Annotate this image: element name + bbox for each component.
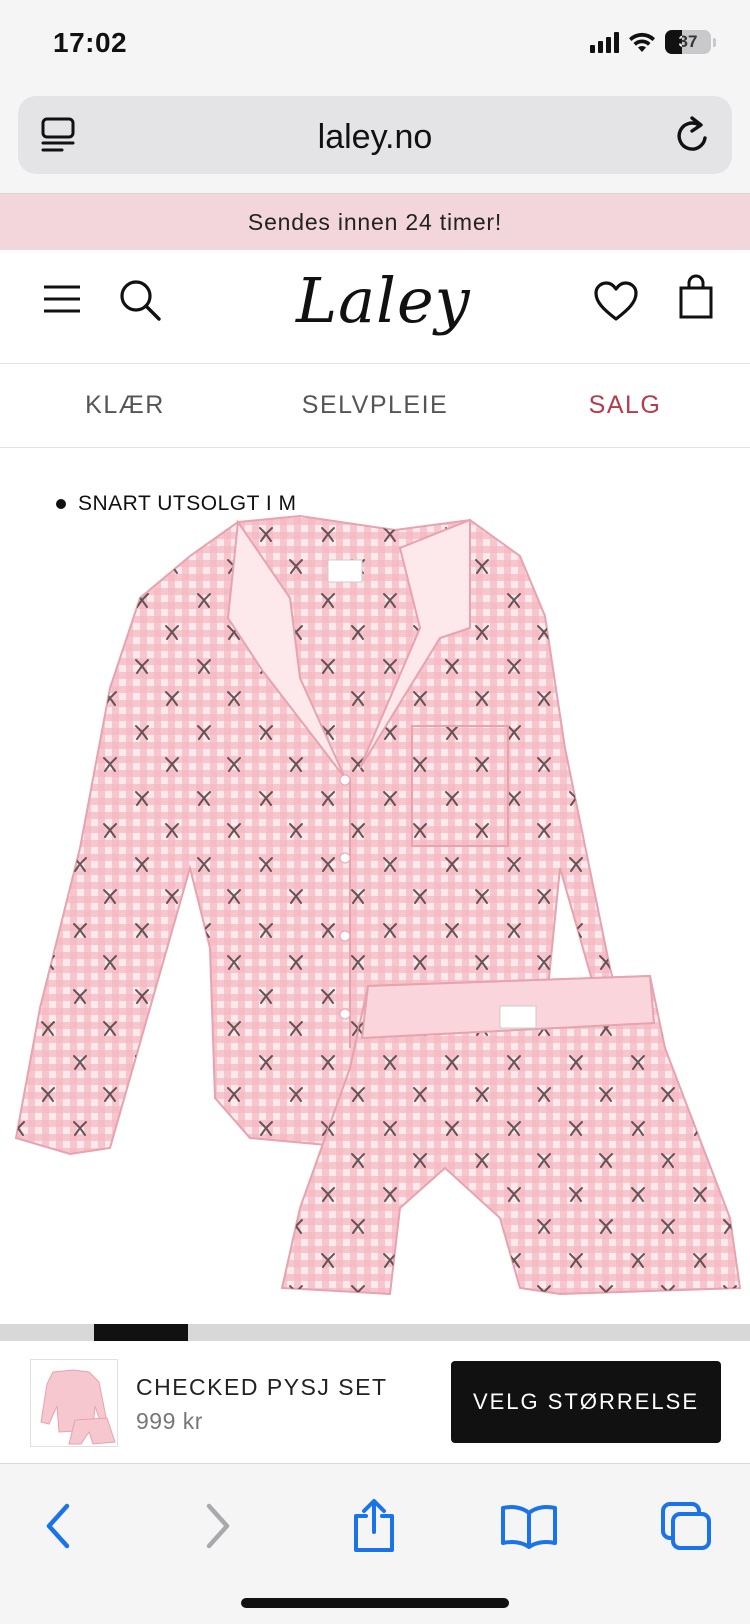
nav-item-selvpleie[interactable]: SELVPLEIE: [250, 364, 500, 447]
gallery-progress-thumb: [94, 1324, 188, 1341]
nav-item-salg[interactable]: SALG: [500, 364, 750, 447]
heart-icon[interactable]: [593, 280, 639, 322]
share-icon: [354, 1499, 394, 1552]
pajama-thumbnail-image: [40, 1369, 116, 1445]
pajama-set-image[interactable]: [0, 448, 750, 1324]
signal-icon: [590, 31, 619, 53]
browser-address-area: laley.no: [0, 88, 750, 194]
product-name: CHECKED PYSJ SET: [136, 1374, 388, 1400]
product-thumbnail[interactable]: [30, 1359, 118, 1447]
promo-banner: Sendes innen 24 timer!: [0, 194, 750, 250]
home-indicator: [241, 1598, 509, 1608]
status-time: 17:02: [53, 27, 128, 58]
sticky-product-bar: CHECKED PYSJ SET 999 kr VELG STØRRELSE: [0, 1341, 750, 1464]
back-icon: [46, 1503, 70, 1549]
address-bar[interactable]: laley.no: [18, 96, 732, 174]
product-gallery[interactable]: SNART UTSOLGT I M: [0, 448, 750, 1324]
product-price: 999 kr: [136, 1408, 203, 1434]
forward-button[interactable]: [178, 1486, 258, 1566]
browser-toolbar: [0, 1464, 750, 1624]
status-bar: 17:02 37: [0, 0, 750, 88]
promo-text: Sendes innen 24 timer!: [247, 209, 503, 235]
search-icon[interactable]: [118, 278, 162, 322]
bookmarks-icon: [501, 1505, 557, 1549]
nav-item-klaer[interactable]: KLÆR: [0, 364, 250, 447]
site-logo[interactable]: Laley: [296, 264, 471, 337]
choose-size-button[interactable]: VELG STØRRELSE: [451, 1361, 721, 1443]
tabs-button[interactable]: [646, 1486, 726, 1566]
forward-icon: [206, 1503, 230, 1549]
wifi-icon: [629, 32, 655, 52]
tabs-icon: [661, 1502, 711, 1550]
stock-dot-icon: [56, 499, 66, 509]
stock-badge: SNART UTSOLGT I M: [56, 492, 297, 516]
status-icons: 37: [590, 30, 716, 54]
battery-percent: 37: [678, 32, 698, 51]
category-nav: KLÆR SELVPLEIE SALG: [0, 364, 750, 448]
site-header: Laley: [0, 250, 750, 364]
bag-icon[interactable]: [678, 272, 714, 320]
bookmarks-button[interactable]: [489, 1486, 569, 1566]
battery-cap: [713, 37, 716, 47]
reload-icon[interactable]: [672, 114, 712, 156]
back-button[interactable]: [18, 1486, 98, 1566]
gallery-progress-track: [0, 1324, 750, 1341]
stock-badge-text: SNART UTSOLGT I M: [78, 492, 297, 515]
url-text[interactable]: laley.no: [18, 118, 732, 157]
menu-icon[interactable]: [42, 284, 82, 314]
battery-icon: 37: [665, 30, 711, 54]
share-button[interactable]: [334, 1486, 414, 1566]
